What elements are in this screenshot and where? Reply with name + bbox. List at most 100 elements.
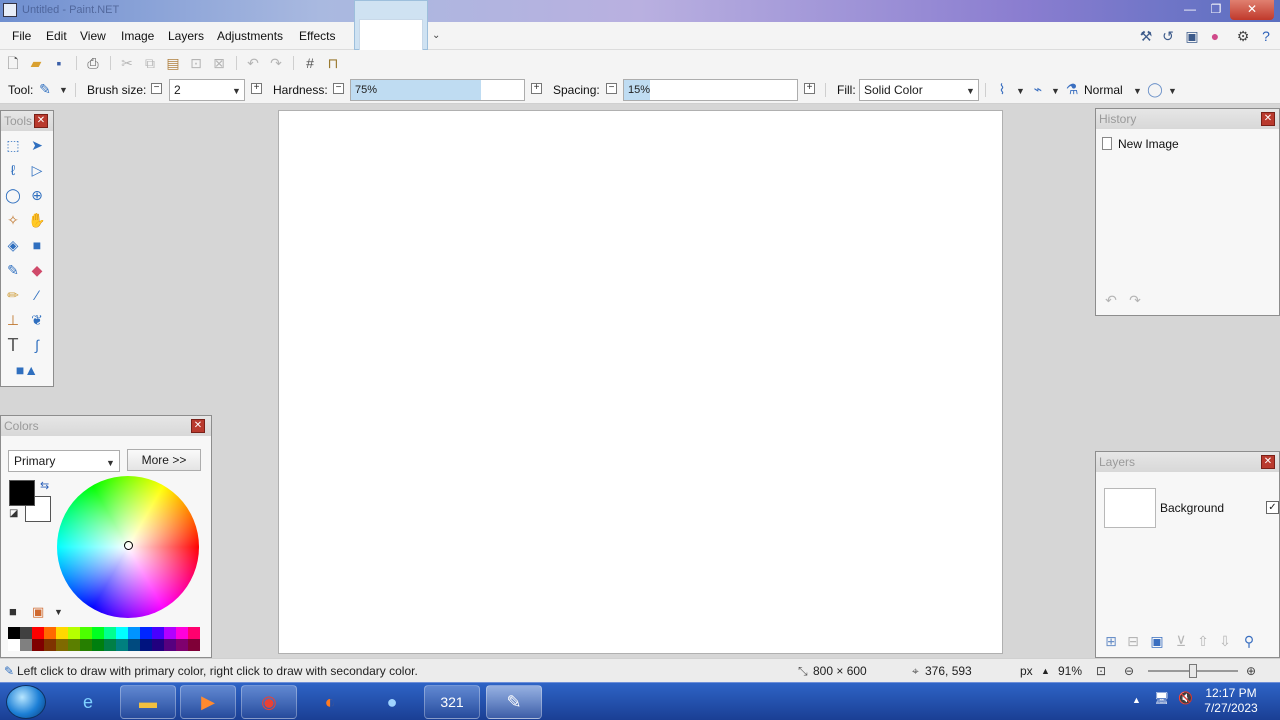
file-explorer-icon[interactable]: ▬ [120,685,176,719]
copy-icon[interactable]: ⧉ [141,54,159,72]
zoom-in-icon[interactable]: ⊕ [1246,664,1256,678]
move-selected-tool-icon[interactable]: ▷ [27,160,47,180]
layer-row[interactable]: Background ✓ [1100,486,1279,532]
antialiasing-icon[interactable]: ⌇ [993,80,1011,98]
delete-layer-icon[interactable]: ⊟ [1124,632,1142,650]
menu-adjustments[interactable]: Adjustments [217,29,283,43]
menu-layers[interactable]: Layers [168,29,204,43]
merge-layer-icon[interactable]: ⊻ [1172,632,1190,650]
selection-mode-icon[interactable]: ◯ [1146,80,1164,98]
drawing-canvas[interactable] [278,110,1003,654]
zoom-slider-thumb[interactable] [1188,664,1197,678]
fill-select[interactable]: Solid Color [859,79,979,101]
spacing-slider[interactable]: 15% [623,79,798,101]
move-selection-tool-icon[interactable]: ➤ [27,135,47,155]
crop-to-selection-icon[interactable]: ⊡ [187,54,205,72]
zoom-to-window-icon[interactable]: ⊡ [1096,664,1106,678]
ellipse-select-tool-icon[interactable]: ◯ [3,185,23,205]
alpha-blending-dropdown-icon[interactable]: ▼ [1051,86,1060,96]
minimize-button[interactable]: — [1178,0,1202,20]
zoom-tool-icon[interactable]: ⊕ [27,185,47,205]
unit-select[interactable]: px [1020,664,1033,678]
video-editor-icon[interactable]: 321 [424,685,480,719]
hardness-decrease-button[interactable]: − [333,83,344,94]
network-icon[interactable]: 🖥 [1154,691,1169,705]
open-file-icon[interactable]: ▰ [27,54,45,72]
image-tabs-dropdown-icon[interactable]: ⌄ [432,30,440,41]
paintbrush-tool-icon[interactable]: ✎ [3,260,23,280]
internet-explorer-icon[interactable]: e [60,685,116,719]
palette-dropdown-icon[interactable]: ▼ [54,607,63,617]
paste-icon[interactable]: ▤ [164,54,182,72]
lasso-select-tool-icon[interactable]: ℓ [3,160,23,180]
chrome-icon[interactable]: ◉ [241,685,297,719]
history-window-icon[interactable]: ↺ [1159,27,1177,45]
redo-icon[interactable]: ↷ [267,54,285,72]
text-tool-icon[interactable]: T [3,335,23,355]
print-icon[interactable]: ⎙ [84,54,102,72]
hardness-increase-button[interactable]: + [531,83,542,94]
palette-menu-icon[interactable]: ▣ [32,604,44,620]
pan-tool-icon[interactable]: ✋ [27,210,47,230]
color-target-select[interactable]: Primary [8,450,120,472]
close-button[interactable]: ✕ [1230,0,1274,20]
layers-panel-close-icon[interactable]: ✕ [1261,455,1275,469]
show-hidden-icons[interactable]: ▲ [1132,695,1141,705]
undo-icon[interactable]: ↶ [244,54,262,72]
grid-icon[interactable]: # [301,54,319,72]
primary-color-swatch[interactable] [9,480,35,506]
firefox-icon[interactable]: ◐ [302,685,358,719]
tools-panel-close-icon[interactable]: ✕ [34,114,48,128]
more-colors-button[interactable]: More >> [127,449,201,471]
history-panel-close-icon[interactable]: ✕ [1261,112,1275,126]
history-item[interactable]: New Image [1102,135,1272,155]
settings-gear-icon[interactable]: ⚙ [1234,27,1252,45]
save-icon[interactable]: ▪ [50,54,68,72]
paint-net-taskbar-icon[interactable]: ✎ [486,685,542,719]
blend-mode-dropdown-icon[interactable]: ▼ [1133,86,1142,96]
move-layer-up-icon[interactable]: ⇧ [1194,632,1212,650]
volume-muted-icon[interactable]: 🔇 [1178,691,1193,705]
antialiasing-dropdown-icon[interactable]: ▼ [1016,86,1025,96]
ruler-icon[interactable]: ⊓ [324,54,342,72]
new-file-icon[interactable]: 🗋 [4,54,22,72]
menu-file[interactable]: File [12,29,31,43]
clone-stamp-tool-icon[interactable]: ⊥ [3,310,23,330]
rectangle-select-tool-icon[interactable]: ⬚ [3,135,23,155]
cut-icon[interactable]: ✂ [118,54,136,72]
layer-visibility-checkbox[interactable]: ✓ [1266,501,1279,514]
swap-colors-icon[interactable]: ⇆ [40,479,49,492]
layer-properties-icon[interactable]: ⚲ [1240,632,1258,650]
spacing-increase-button[interactable]: + [804,83,815,94]
brush-size-decrease-button[interactable]: − [151,83,162,94]
add-to-palette-icon[interactable]: ■ [9,604,17,619]
menu-effects[interactable]: Effects [299,29,335,43]
alpha-blending-icon[interactable]: ⌁ [1029,80,1047,98]
color-picker-tool-icon[interactable]: ⁄ [27,285,47,305]
add-layer-icon[interactable]: ⊞ [1102,632,1120,650]
eraser-tool-icon[interactable]: ◆ [27,260,47,280]
help-icon[interactable]: ? [1257,27,1275,45]
layers-window-icon[interactable]: ▣ [1183,27,1201,45]
magic-wand-tool-icon[interactable]: ✧ [3,210,23,230]
zoom-level[interactable]: 91% [1058,664,1082,678]
fill-dropdown-icon[interactable]: ▼ [966,86,975,96]
menu-view[interactable]: View [80,29,106,43]
taskbar-clock[interactable]: 12:17 PM 7/27/2023 [1196,686,1266,716]
colors-panel-close-icon[interactable]: ✕ [191,419,205,433]
thunderbird-icon[interactable]: ● [364,685,420,719]
color-wheel-cursor[interactable] [124,541,133,550]
paintbrush-tool-icon[interactable]: ✎ [36,80,54,98]
move-layer-down-icon[interactable]: ⇩ [1216,632,1234,650]
shapes-tool-icon[interactable]: ■▲ [7,360,47,380]
menu-image[interactable]: Image [121,29,154,43]
blend-mode-icon[interactable]: ⚗ [1063,80,1081,98]
image-thumbnail-tab[interactable] [354,0,428,71]
line-curve-tool-icon[interactable]: ∫ [27,335,47,355]
color-target-dropdown-icon[interactable]: ▼ [106,458,115,468]
tools-window-icon[interactable]: ⚒ [1137,27,1155,45]
color-palette[interactable] [8,627,200,651]
brush-size-increase-button[interactable]: + [251,83,262,94]
history-redo-icon[interactable]: ↷ [1126,291,1144,309]
gradient-tool-icon[interactable]: ■ [27,235,47,255]
